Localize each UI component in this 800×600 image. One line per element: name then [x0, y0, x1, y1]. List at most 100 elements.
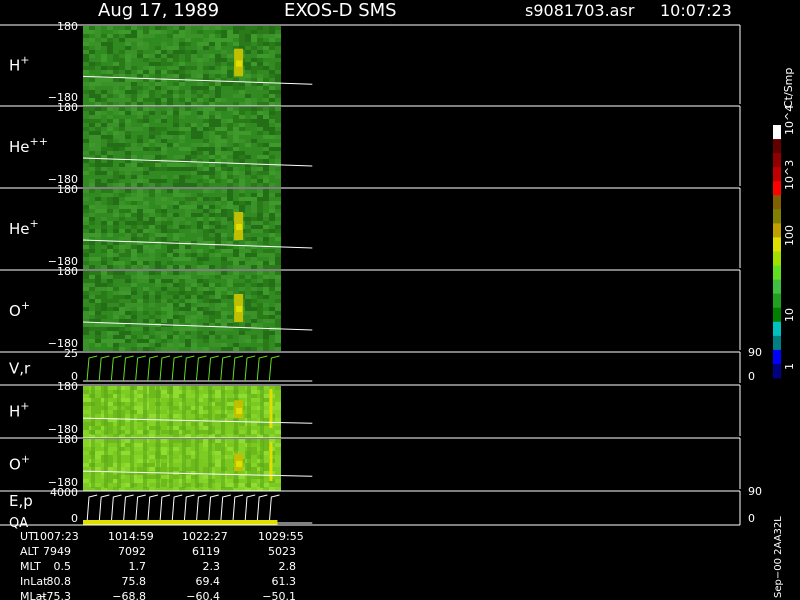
heatmap-cell: [173, 147, 179, 151]
heatmap-cell: [269, 197, 275, 201]
heatmap-cell: [89, 42, 95, 46]
heatmap-cell: [269, 249, 275, 253]
heatmap-cell: [119, 111, 125, 115]
heatmap-cell: [119, 98, 125, 102]
heatmap-cell: [89, 217, 95, 221]
heatmap-hotspot-core: [236, 60, 243, 67]
heatmap-cell: [215, 475, 221, 479]
heatmap-cell: [137, 147, 143, 151]
heatmap-cell: [191, 275, 197, 279]
heatmap-cell: [83, 443, 89, 447]
heatmap-cell: [83, 98, 89, 102]
heatmap-cell: [275, 253, 281, 257]
heatmap-cell: [149, 394, 155, 398]
heatmap-cell: [275, 303, 281, 307]
heatmap-cell: [95, 331, 101, 335]
heatmap-cell: [149, 155, 155, 159]
heatmap-cell: [113, 197, 119, 201]
heatmap-cell: [149, 398, 155, 402]
heatmap-cell: [89, 26, 95, 30]
heatmap-cell: [215, 171, 221, 175]
heatmap-cell: [131, 331, 137, 335]
heatmap-cell: [107, 323, 113, 327]
heatmap-cell: [89, 327, 95, 331]
heatmap-cell: [119, 291, 125, 295]
heatmap-cell: [185, 167, 191, 171]
heatmap-cell: [215, 347, 221, 351]
heatmap-cell: [161, 422, 167, 426]
heatmap-cell: [101, 197, 107, 201]
heatmap-cell: [227, 430, 233, 434]
heatmap-cell: [125, 303, 131, 307]
heatmap-cell: [173, 406, 179, 410]
heatmap-cell: [149, 205, 155, 209]
heatmap-cell: [95, 467, 101, 471]
heatmap-cell: [101, 26, 107, 30]
heatmap-cell: [161, 139, 167, 143]
heatmap-cell: [113, 175, 119, 179]
heatmap-cell: [131, 46, 137, 50]
heatmap-cell: [137, 275, 143, 279]
panel-label: O+: [9, 299, 30, 320]
heatmap-cell: [269, 347, 275, 351]
heatmap-cell: [275, 339, 281, 343]
heatmap-cell: [215, 479, 221, 483]
heatmap-cell: [173, 339, 179, 343]
heatmap-cell: [197, 193, 203, 197]
heatmap-cell: [89, 335, 95, 339]
heatmap-cell: [233, 131, 239, 135]
heatmap-cell: [275, 135, 281, 139]
heatmap-cell: [275, 66, 281, 70]
heatmap-cell: [149, 447, 155, 451]
heatmap-cell: [173, 335, 179, 339]
heatmap-cell: [95, 443, 101, 447]
heatmap-cell: [83, 229, 89, 233]
heatmap-cell: [275, 107, 281, 111]
heatmap-cell: [257, 279, 263, 283]
heatmap-cell: [257, 253, 263, 257]
heatmap-cell: [209, 249, 215, 253]
heatmap-cell: [167, 283, 173, 287]
heatmap-cell: [119, 66, 125, 70]
heatmap-cell: [107, 315, 113, 319]
heatmap-cell: [215, 175, 221, 179]
heatmap-cell: [185, 275, 191, 279]
heatmap-cell: [149, 58, 155, 62]
heatmap-cell: [203, 245, 209, 249]
heatmap-cell: [227, 54, 233, 58]
heatmap-cell: [137, 410, 143, 414]
heatmap-cell: [131, 34, 137, 38]
heatmap-cell: [227, 410, 233, 414]
heatmap-cell: [167, 193, 173, 197]
heatmap-cell: [113, 287, 119, 291]
heatmap-cell: [203, 94, 209, 98]
heatmap-cell: [83, 50, 89, 54]
heatmap-cell: [197, 339, 203, 343]
heatmap-cell: [269, 323, 275, 327]
heatmap-cell: [197, 155, 203, 159]
heatmap-cell: [149, 107, 155, 111]
heatmap-cell: [215, 315, 221, 319]
heatmap-cell: [233, 175, 239, 179]
heatmap-cell: [251, 131, 257, 135]
heatmap-cell: [227, 42, 233, 46]
heatmap-cell: [209, 131, 215, 135]
heatmap-cell: [257, 319, 263, 323]
heatmap-cell: [131, 127, 137, 131]
heatmap-cell: [95, 94, 101, 98]
heatmap-cell: [173, 434, 179, 438]
heatmap-cell: [221, 123, 227, 127]
heatmap-cell: [155, 54, 161, 58]
heatmap-cell: [185, 151, 191, 155]
heatmap-cell: [149, 42, 155, 46]
heatmap-cell: [89, 86, 95, 90]
heatmap-stripe: [247, 386, 251, 435]
heatmap-cell: [119, 213, 125, 217]
heatmap-cell: [209, 237, 215, 241]
heatmap-cell: [185, 249, 191, 253]
heatmap-cell: [89, 343, 95, 347]
heatmap-cell: [83, 265, 89, 269]
heatmap-cell: [209, 38, 215, 42]
heatmap-cell: [137, 265, 143, 269]
heatmap-cell: [83, 66, 89, 70]
